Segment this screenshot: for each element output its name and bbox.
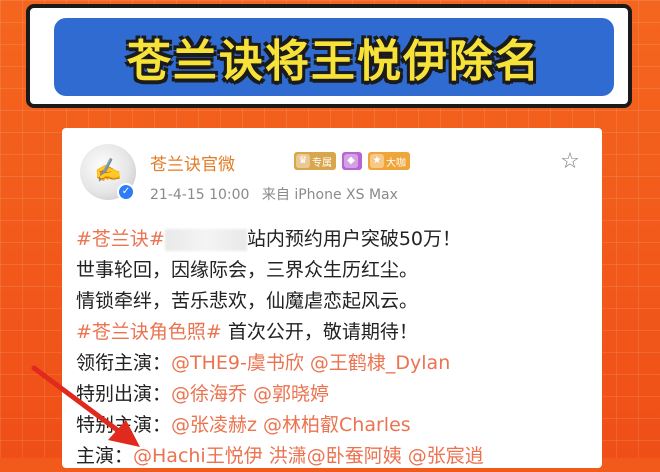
cast-main-label: 主演：: [76, 445, 134, 467]
cast-special-lead-label: 特别主演：: [76, 414, 172, 436]
vip-badge[interactable]: ★ 大咖: [368, 152, 410, 170]
line-4-text: 首次公开，敬请期待！: [221, 321, 418, 343]
cast-special-lead-mentions[interactable]: @张凌赫z @林柏叡Charles: [171, 414, 411, 436]
title-banner: 苍兰诀将王悦伊除名: [26, 4, 632, 108]
hashtag-character-photos[interactable]: #苍兰诀角色照#: [76, 321, 222, 343]
cast-main: 主演：@Hachi王悦伊 洪潇@卧蚕阿姨 @张宸逍: [76, 441, 596, 472]
member-badge-label: 专属: [312, 157, 332, 169]
crown-icon: ♛: [296, 154, 310, 168]
member-badge[interactable]: ♛ 专属: [294, 152, 336, 170]
post-body: #苍兰诀# 站内预约用户突破50万！ 世事轮回，因缘际会，三界众生历红尘。 情锁牵…: [76, 224, 596, 472]
cast-leading-label: 领衔主演：: [76, 352, 172, 374]
hashtag-canglanjue[interactable]: #苍兰诀#: [76, 228, 165, 250]
post-timestamp[interactable]: 21-4-15 10:00: [150, 187, 249, 203]
cast-leading: 领衔主演：@THE9-虞书欣 @王鹤棣_Dylan: [76, 348, 596, 379]
cast-main-mentions[interactable]: @Hachi王悦伊 洪潇@卧蚕阿姨 @张宸逍: [133, 445, 484, 467]
post-line-1: #苍兰诀# 站内预约用户突破50万！: [76, 224, 596, 255]
cast-special-lead: 特别主演：@张凌赫z @林柏叡Charles: [76, 410, 596, 441]
post-line-4: #苍兰诀角色照# 首次公开，敬请期待！: [76, 317, 596, 348]
blurred-platform-name: [164, 228, 247, 251]
favorite-star-icon[interactable]: ☆: [558, 150, 582, 174]
badge-row: ♛ 专属 ◆ ★ 大咖: [294, 152, 410, 170]
cast-special-mentions[interactable]: @徐海乔 @郭晓婷: [171, 383, 329, 405]
star-badge-icon: ★: [370, 154, 384, 168]
weibo-post-card: ✍ ✓ 苍兰诀官微 ♛ 专属 ◆ ★ 大咖 21-4-15 10:00 来自 i…: [62, 128, 602, 468]
banner-title: 苍兰诀将王悦伊除名: [127, 36, 541, 87]
post-source: 来自 iPhone XS Max: [261, 187, 398, 203]
title-banner-fill: 苍兰诀将王悦伊除名: [54, 18, 614, 96]
gem-badge[interactable]: ◆: [342, 152, 362, 170]
line-1-text: 站内预约用户突破50万！: [246, 228, 462, 250]
gem-icon: ◆: [344, 154, 358, 168]
post-line-2: 世事轮回，因缘际会，三界众生历红尘。: [76, 259, 419, 281]
vip-badge-label: 大咖: [386, 157, 406, 169]
post-line-3: 情锁牵绊，苦乐悲欢，仙魔虐恋起风云。: [76, 290, 419, 312]
cast-special: 特别出演：@徐海乔 @郭晓婷: [76, 379, 596, 410]
account-name[interactable]: 苍兰诀官微: [150, 150, 235, 175]
cast-special-label: 特别出演：: [76, 383, 172, 405]
post-meta: 21-4-15 10:00 来自 iPhone XS Max: [150, 184, 406, 204]
cast-leading-mentions[interactable]: @THE9-虞书欣 @王鹤棣_Dylan: [171, 352, 450, 374]
verified-icon: ✓: [117, 183, 135, 201]
